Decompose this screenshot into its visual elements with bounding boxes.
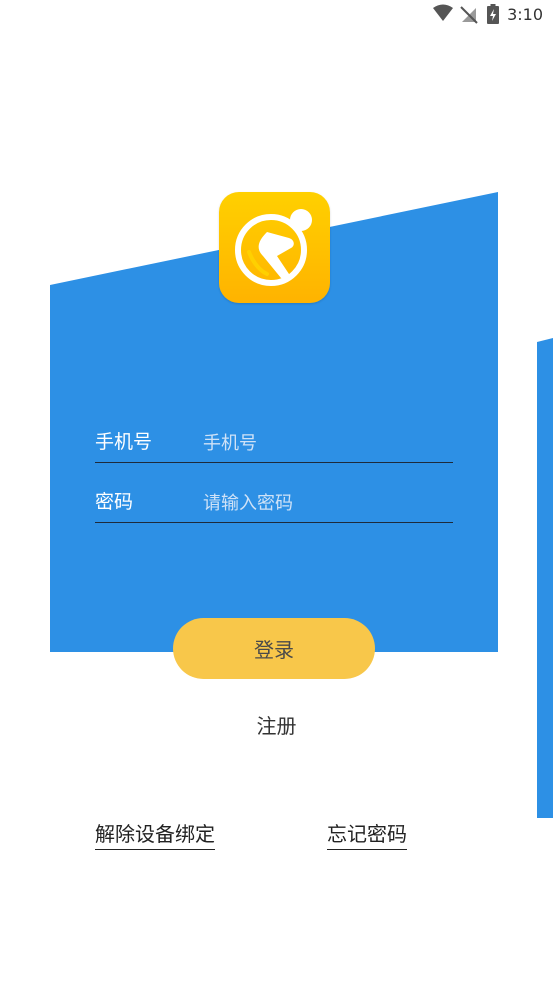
runner-logo-icon — [235, 209, 312, 286]
phone-input[interactable] — [203, 430, 443, 456]
forgot-password-link[interactable]: 忘记密码 — [327, 818, 407, 850]
unbind-device-link[interactable]: 解除设备绑定 — [95, 818, 215, 850]
app-logo — [219, 192, 330, 303]
register-link[interactable]: 注册 — [0, 710, 553, 739]
phone-label: 手机号 — [95, 431, 153, 453]
password-field-row: 密码 — [95, 482, 453, 523]
phone-field-row: 手机号 — [95, 422, 453, 463]
login-button[interactable]: 登录 — [173, 618, 375, 679]
password-input[interactable] — [203, 490, 443, 516]
password-label: 密码 — [95, 491, 134, 513]
